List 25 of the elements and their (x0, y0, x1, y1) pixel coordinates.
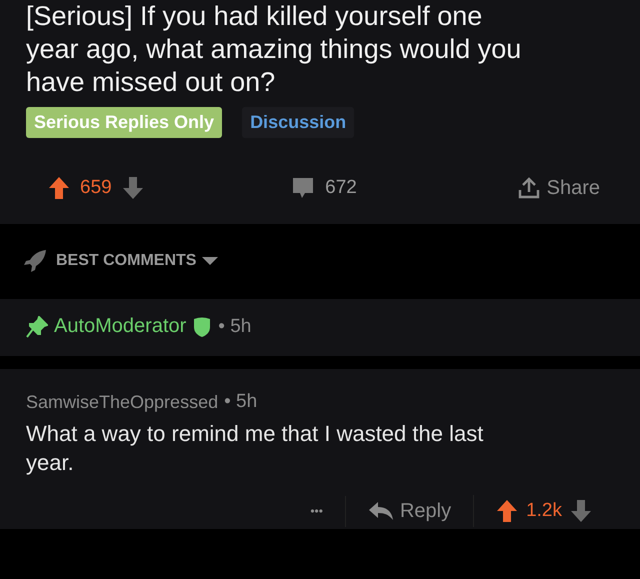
pin-icon (26, 316, 48, 338)
comment-author[interactable]: SamwiseTheOppressed (26, 392, 218, 412)
reply-button[interactable]: Reply (368, 500, 452, 522)
post-title: [Serious] If you had killed yourself one year ago, what amazing things would you have missed out on? (25, 0, 522, 99)
reply-icon (368, 501, 394, 521)
upvote-icon[interactable] (48, 176, 70, 200)
comment-score: 1.2k (526, 500, 562, 522)
score: 659 (80, 177, 112, 199)
share-icon (516, 176, 541, 200)
rocket-icon (22, 248, 48, 274)
downvote-icon[interactable] (122, 176, 144, 200)
upvote-icon[interactable] (496, 499, 518, 523)
comment-icon[interactable] (291, 177, 316, 199)
share-button[interactable]: Share (516, 176, 600, 200)
comment-body: What a way to remind me that I wasted the last year. (26, 420, 484, 477)
flair-tag[interactable]: Discussion (242, 107, 354, 138)
more-button[interactable]: ••• (310, 504, 323, 518)
comment-count: 672 (325, 177, 357, 199)
sort-dropdown[interactable]: BEST COMMENTS (56, 252, 218, 270)
comment-author[interactable]: AutoModerator (54, 315, 186, 338)
comment-time: • 5h (224, 391, 258, 413)
downvote-icon[interactable] (570, 499, 592, 523)
shield-icon (192, 316, 212, 338)
caret-icon (202, 256, 218, 266)
comment-time: • 5h (218, 316, 252, 338)
